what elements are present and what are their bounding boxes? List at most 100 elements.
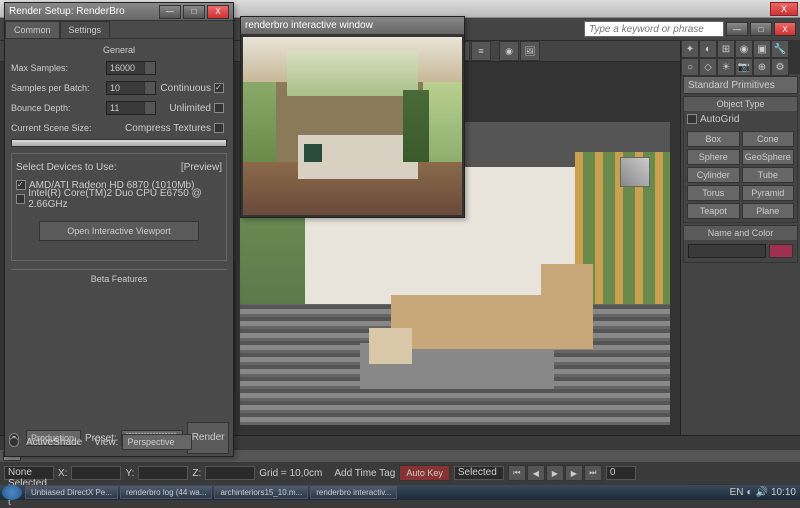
maximize-button[interactable]: □	[183, 5, 205, 19]
samples-per-batch-input[interactable]: 10	[106, 81, 156, 95]
modify-tab-icon[interactable]: ◐	[699, 40, 717, 58]
maximize-button[interactable]: □	[750, 22, 772, 36]
general-header: General	[11, 45, 227, 55]
cameras-tab-icon[interactable]: 📷	[735, 58, 753, 76]
object-type-header[interactable]: Object Type	[684, 97, 797, 111]
scene-chair	[369, 328, 412, 364]
common-tab[interactable]: Common	[5, 21, 60, 38]
y-input[interactable]	[138, 466, 188, 480]
task-item[interactable]: renderbro interactiv...	[310, 486, 397, 499]
render-setup-titlebar[interactable]: Render Setup: RenderBro — □ X	[5, 3, 233, 21]
render-setup-window: Render Setup: RenderBro — □ X Common Set…	[4, 2, 234, 457]
viewcube-icon[interactable]	[620, 157, 650, 187]
object-color-swatch[interactable]	[769, 244, 793, 258]
continuous-label: Continuous	[160, 83, 211, 94]
task-item[interactable]: renderbro log (44 wa...	[120, 486, 213, 499]
start-button-icon[interactable]	[2, 485, 22, 500]
name-color-header[interactable]: Name and Color	[684, 226, 797, 240]
clock[interactable]: 10:10	[771, 487, 796, 498]
render-setup-title: Render Setup: RenderBro	[9, 6, 159, 17]
plane-button[interactable]: Plane	[742, 203, 795, 219]
bounce-depth-label: Bounce Depth:	[11, 103, 106, 113]
compress-label: Compress Textures	[125, 123, 211, 134]
activeshade-label: ActiveShade	[26, 437, 82, 448]
unlimited-checkbox[interactable]	[214, 103, 224, 113]
windows-taskbar[interactable]: Unbiased DirectX Pe... renderbro log (44…	[0, 485, 800, 500]
open-interactive-button[interactable]: Open Interactive Viewport	[39, 221, 199, 241]
grid-label: Grid = 10,0cm	[259, 468, 322, 479]
shapes-tab-icon[interactable]: ◇	[699, 58, 717, 76]
play-icon[interactable]: ▶	[546, 465, 564, 481]
z-label: Z:	[192, 468, 201, 479]
tray-icon[interactable]: ◐	[746, 487, 752, 498]
bounce-depth-input[interactable]: 11	[106, 101, 156, 115]
device2-checkbox[interactable]	[16, 194, 25, 204]
motion-tab-icon[interactable]: ◉	[735, 40, 753, 58]
close-button[interactable]: X	[207, 5, 229, 19]
preview-link[interactable]: [Preview]	[181, 162, 222, 173]
addtime-label[interactable]: Add Time Tag	[334, 468, 395, 479]
device2-label: Intel(R) Core(TM)2 Duo CPU E6750 @ 2.66G…	[28, 188, 222, 210]
lang-indicator[interactable]: EN	[730, 487, 744, 498]
close-button[interactable]: X	[774, 22, 796, 36]
minimize-button[interactable]: —	[159, 5, 181, 19]
tool-material-icon[interactable]: ◉	[499, 41, 519, 61]
task-item[interactable]: archinteriors15_10.m...	[214, 486, 308, 499]
autogrid-checkbox[interactable]	[687, 114, 697, 124]
max-samples-input[interactable]: 16000	[106, 61, 156, 75]
pyramid-button[interactable]: Pyramid	[742, 185, 795, 201]
task-item[interactable]: Unbiased DirectX Pe...	[25, 486, 118, 499]
view-dropdown[interactable]: Perspective	[122, 434, 192, 450]
sphere-button[interactable]: Sphere	[687, 149, 740, 165]
help-search-input[interactable]	[584, 21, 724, 37]
render-window-title: renderbro interactive window	[245, 20, 460, 31]
teapot-button[interactable]: Teapot	[687, 203, 740, 219]
tool-render-icon[interactable]: 🖼	[520, 41, 540, 61]
autokey-button[interactable]: Auto Key	[399, 465, 450, 481]
object-name-input[interactable]	[688, 244, 766, 258]
beta-header[interactable]: Beta Features	[11, 269, 227, 284]
lights-tab-icon[interactable]: ☀	[717, 58, 735, 76]
goto-start-icon[interactable]: ⏮	[508, 465, 526, 481]
box-button[interactable]: Box	[687, 131, 740, 147]
torus-button[interactable]: Torus	[687, 185, 740, 201]
cone-button[interactable]: Cone	[742, 131, 795, 147]
tool-align-icon[interactable]: ≡	[471, 41, 491, 61]
systems-tab-icon[interactable]: ⚙	[771, 58, 789, 76]
tube-button[interactable]: Tube	[742, 167, 795, 183]
prev-frame-icon[interactable]: ◀	[527, 465, 545, 481]
y-label: Y:	[125, 468, 134, 479]
primitives-dropdown[interactable]: Standard Primitives	[683, 76, 798, 94]
display-tab-icon[interactable]: ▣	[753, 40, 771, 58]
utilities-tab-icon[interactable]: 🔧	[771, 40, 789, 58]
device1-checkbox[interactable]	[16, 180, 26, 190]
activeshade-radio[interactable]	[9, 437, 19, 447]
tray-icon[interactable]: 🔊	[756, 487, 768, 498]
render-window-titlebar[interactable]: renderbro interactive window	[241, 17, 464, 35]
scene-size-label: Current Scene Size:	[11, 123, 106, 133]
helpers-tab-icon[interactable]: ⊕	[753, 58, 771, 76]
geosphere-button[interactable]: GeoSphere	[742, 149, 795, 165]
scene-sofa	[391, 295, 542, 350]
continuous-checkbox[interactable]	[214, 83, 224, 93]
compress-checkbox[interactable]	[214, 123, 224, 133]
z-input[interactable]	[205, 466, 255, 480]
x-input[interactable]	[71, 466, 121, 480]
cylinder-button[interactable]: Cylinder	[687, 167, 740, 183]
render-output-image	[243, 37, 462, 215]
command-panel: ✦ ◐ ⊞ ◉ ▣ 🔧 ○ ◇ ☀ 📷 ⊕ ⚙ Standard Primiti…	[680, 40, 800, 435]
create-tab-icon[interactable]: ✦	[681, 40, 699, 58]
geometry-tab-icon[interactable]: ○	[681, 58, 699, 76]
view-label: View:	[94, 437, 118, 448]
next-frame-icon[interactable]: ▶	[565, 465, 583, 481]
frame-input[interactable]: 0	[606, 466, 636, 480]
selection-status: None Selected	[4, 466, 54, 480]
render-button[interactable]: Render	[187, 422, 229, 454]
app-close-button[interactable]: X	[770, 2, 798, 16]
goto-end-icon[interactable]: ⏭	[584, 465, 602, 481]
settings-tab[interactable]: Settings	[60, 21, 111, 38]
selected-dropdown[interactable]: Selected	[454, 466, 504, 480]
minimize-button[interactable]: —	[726, 22, 748, 36]
hierarchy-tab-icon[interactable]: ⊞	[717, 40, 735, 58]
max-samples-label: Max Samples:	[11, 63, 106, 73]
